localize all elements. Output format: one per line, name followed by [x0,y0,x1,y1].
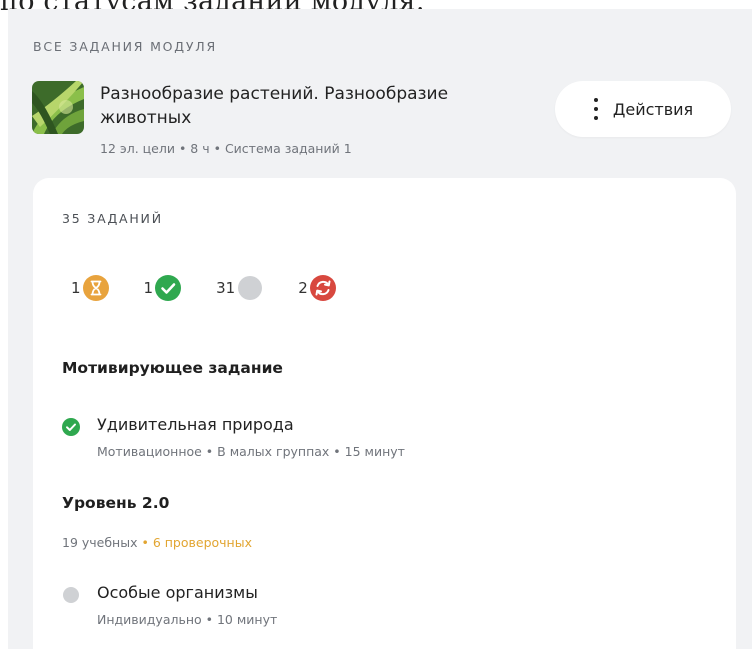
check-icon [155,275,182,301]
refresh-icon [309,275,336,301]
status-count: 31 [216,279,236,297]
section-label: ВСЕ ЗАДАНИЯ МОДУЛЯ [33,39,217,54]
status-summary: 1 1 31 2 [71,275,371,301]
tasks-count: 35 ЗАДАНИЙ [62,211,163,226]
level-stats: 19 учебных • 6 проверочных [62,535,252,550]
status-in-progress[interactable]: 1 [71,275,109,301]
level-stats-check: • 6 проверочных [137,535,252,550]
status-count: 1 [71,279,81,297]
status-count: 1 [143,279,154,297]
module-tasks-panel: ВСЕ ЗАДАНИЯ МОДУЛЯ Разнообразие растений… [8,9,752,658]
grey-circle-icon [63,587,79,603]
actions-button[interactable]: Действия [555,81,731,137]
actions-button-label: Действия [612,99,694,119]
status-needs-retry[interactable]: 2 [298,275,336,301]
level-stats-learning: 19 учебных [62,535,138,550]
group-title-motivating: Мотивирующее задание [62,359,283,377]
tasks-card: 35 ЗАДАНИЙ 1 1 31 2 Мотивирующее задание… [33,178,736,658]
module-title: Разнообразие растений. Разнообразие живо… [100,84,449,128]
status-completed[interactable]: 1 [144,275,182,301]
more-vertical-icon [593,98,599,120]
status-not-started[interactable]: 31 [216,275,263,301]
group-title-level: Уровень 2.0 [62,494,170,512]
task-name: Удивительная природа [97,415,294,434]
grey-circle-icon [238,276,263,300]
plant-image-icon [32,81,84,134]
task-row[interactable]: Особые организмы Индивидуально • 10 мину… [62,583,702,631]
task-meta: Мотивационное • В малых группах • 15 мин… [97,444,405,459]
task-row[interactable]: Удивительная природа Мотивационное • В м… [62,415,702,463]
task-meta: Индивидуально • 10 минут [97,612,278,627]
module-thumbnail [32,81,84,134]
module-meta: 12 эл. цели • 8 ч • Система заданий 1 [100,141,352,156]
status-count: 2 [298,279,308,297]
task-name: Особые организмы [97,583,258,602]
check-icon [62,418,80,436]
hourglass-icon [82,275,109,301]
